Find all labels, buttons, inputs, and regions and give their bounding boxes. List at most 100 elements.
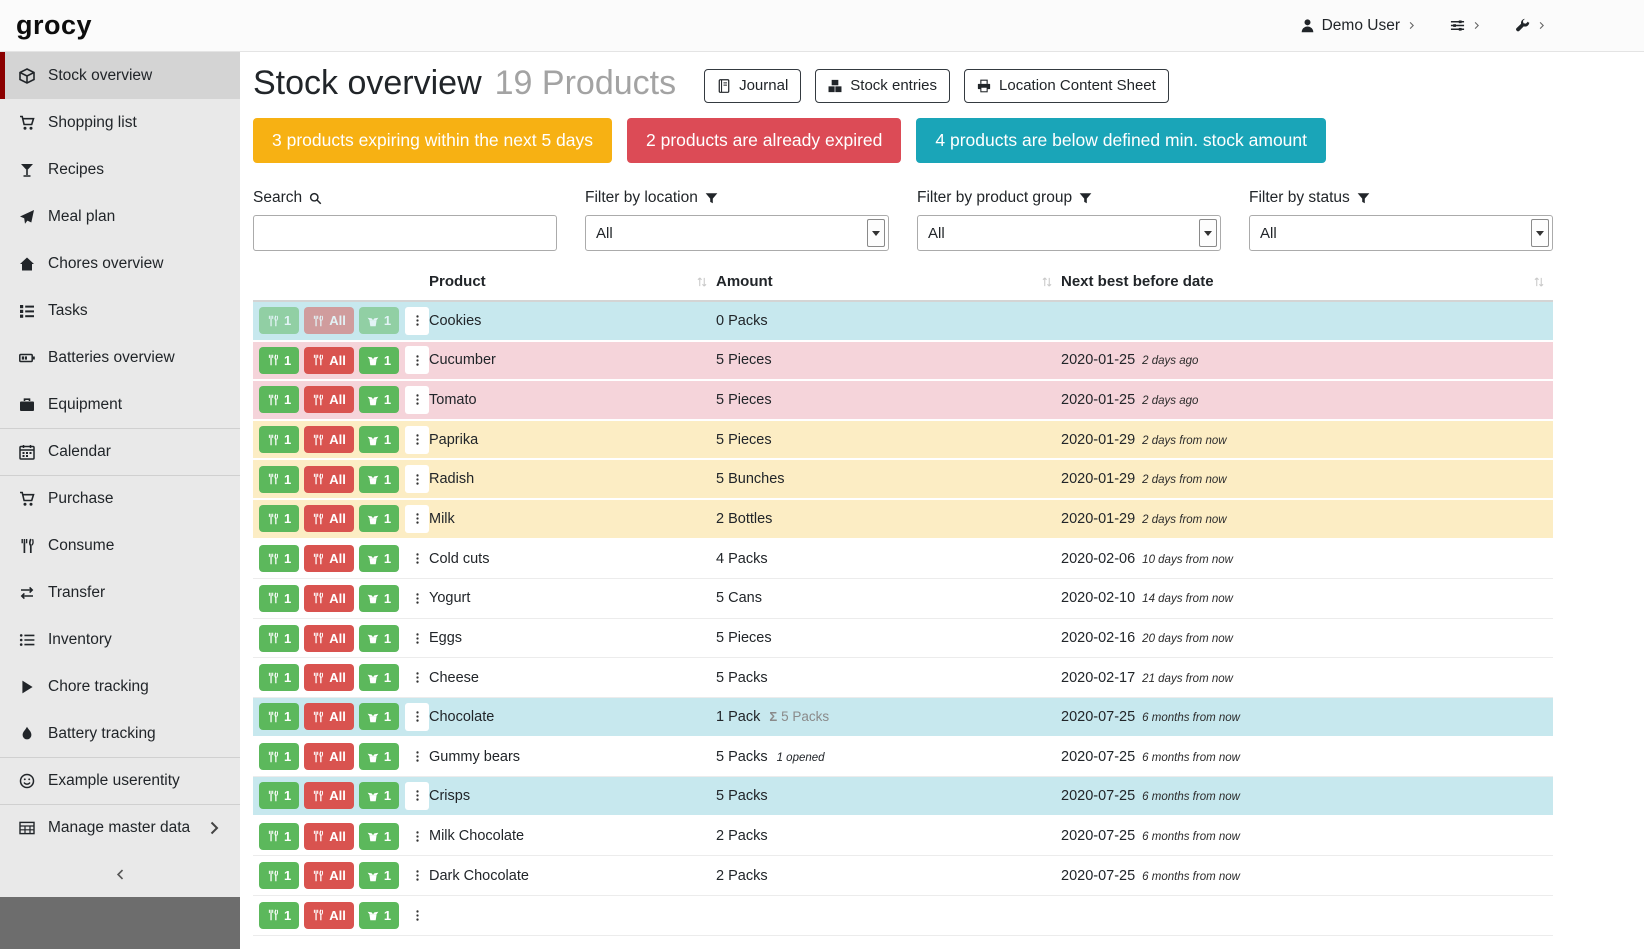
row-menu-button[interactable] (405, 505, 429, 533)
sidebar-item-consume[interactable]: Consume (0, 522, 240, 569)
sidebar-item-tasks[interactable]: Tasks (0, 287, 240, 334)
open-one-button[interactable]: 1 (359, 585, 399, 612)
consume-all-button[interactable]: All (304, 545, 354, 572)
search-input[interactable] (253, 215, 557, 251)
consume-all-button[interactable]: All (304, 862, 354, 889)
row-menu-button[interactable] (405, 624, 429, 652)
status-alert-2[interactable]: 2 products are already expired (627, 118, 901, 163)
open-one-button[interactable]: 1 (359, 862, 399, 889)
consume-one-button[interactable]: 1 (259, 823, 299, 850)
consume-all-button[interactable]: All (304, 703, 354, 730)
consume-all-button[interactable]: All (304, 347, 354, 374)
status-alert-1[interactable]: 3 products expiring within the next 5 da… (253, 118, 612, 163)
sidebar-item-chore-tracking[interactable]: Chore tracking (0, 663, 240, 710)
topbar-menus: Demo User (1300, 17, 1546, 35)
consume-one-button[interactable]: 1 (259, 902, 299, 929)
sidebar-item-purchase[interactable]: Purchase (0, 475, 240, 522)
sidebar-item-stock-overview[interactable]: Stock overview (0, 52, 240, 99)
app-logo[interactable]: grocy (16, 10, 92, 41)
row-menu-button[interactable] (405, 386, 429, 414)
row-menu-button[interactable] (405, 703, 429, 731)
open-one-button[interactable]: 1 (359, 545, 399, 572)
consume-one-button[interactable]: 1 (259, 664, 299, 691)
consume-all-button[interactable]: All (304, 823, 354, 850)
sidebar-item-recipes[interactable]: Recipes (0, 146, 240, 193)
sidebar-item-inventory[interactable]: Inventory (0, 616, 240, 663)
column-header-next-best-before-date[interactable]: Next best before date (1061, 273, 1553, 290)
location-content-sheet-button[interactable]: Location Content Sheet (964, 69, 1169, 103)
sidebar-item-chores-overview[interactable]: Chores overview (0, 240, 240, 287)
open-one-button[interactable]: 1 (359, 505, 399, 532)
consume-all-button[interactable]: All (304, 625, 354, 652)
open-one-button[interactable]: 1 (359, 386, 399, 413)
row-menu-button[interactable] (405, 901, 429, 929)
consume-all-button[interactable]: All (304, 585, 354, 612)
open-one-button[interactable]: 1 (359, 307, 399, 334)
open-one-button[interactable]: 1 (359, 823, 399, 850)
user-menu[interactable]: Demo User (1300, 17, 1416, 35)
consume-one-button[interactable]: 1 (259, 307, 299, 334)
stock-entries-button[interactable]: Stock entries (815, 69, 950, 103)
consume-one-button[interactable]: 1 (259, 466, 299, 493)
sidebar-item-calendar[interactable]: Calendar (0, 428, 240, 475)
consume-one-button[interactable]: 1 (259, 505, 299, 532)
sidebar-item-transfer[interactable]: Transfer (0, 569, 240, 616)
open-one-button[interactable]: 1 (359, 426, 399, 453)
filter-by-location-select[interactable]: All (585, 215, 889, 251)
consume-one-button[interactable]: 1 (259, 743, 299, 770)
consume-one-button[interactable]: 1 (259, 347, 299, 374)
row-menu-button[interactable] (405, 743, 429, 771)
sidebar-item-example-userentity[interactable]: Example userentity (0, 757, 240, 804)
sidebar-item-battery-tracking[interactable]: Battery tracking (0, 710, 240, 757)
consume-one-button[interactable]: 1 (259, 386, 299, 413)
consume-all-button[interactable]: All (304, 505, 354, 532)
sidebar-item-meal-plan[interactable]: Meal plan (0, 193, 240, 240)
consume-one-button[interactable]: 1 (259, 585, 299, 612)
filter-by-status-select[interactable]: All (1249, 215, 1553, 251)
consume-one-button[interactable]: 1 (259, 782, 299, 809)
column-header-amount[interactable]: Amount (716, 273, 1061, 290)
consume-all-button[interactable]: All (304, 466, 354, 493)
open-one-button[interactable]: 1 (359, 347, 399, 374)
sidebar-item-manage-master-data[interactable]: Manage master data (0, 804, 240, 851)
row-menu-button[interactable] (405, 307, 429, 335)
sidebar-item-equipment[interactable]: Equipment (0, 381, 240, 428)
row-menu-button[interactable] (405, 664, 429, 692)
row-menu-button[interactable] (405, 465, 429, 493)
consume-one-button[interactable]: 1 (259, 426, 299, 453)
row-menu-button[interactable] (405, 862, 429, 890)
journal-button[interactable]: Journal (704, 69, 801, 103)
consume-all-button[interactable]: All (304, 386, 354, 413)
row-menu-button[interactable] (405, 426, 429, 454)
open-one-button[interactable]: 1 (359, 664, 399, 691)
consume-all-button[interactable]: All (304, 743, 354, 770)
open-one-button[interactable]: 1 (359, 625, 399, 652)
consume-one-button[interactable]: 1 (259, 862, 299, 889)
open-one-button[interactable]: 1 (359, 703, 399, 730)
sidebar-item-batteries-overview[interactable]: Batteries overview (0, 334, 240, 381)
consume-all-button[interactable]: All (304, 426, 354, 453)
open-one-button[interactable]: 1 (359, 902, 399, 929)
row-menu-button[interactable] (405, 346, 429, 374)
open-one-button[interactable]: 1 (359, 782, 399, 809)
sidebar-item-shopping-list[interactable]: Shopping list (0, 99, 240, 146)
filter-by-product-group-select[interactable]: All (917, 215, 1221, 251)
consume-one-button[interactable]: 1 (259, 703, 299, 730)
admin-menu[interactable] (1515, 18, 1546, 33)
consume-all-button[interactable]: All (304, 902, 354, 929)
consume-all-button[interactable]: All (304, 782, 354, 809)
status-alert-3[interactable]: 4 products are below defined min. stock … (916, 118, 1326, 163)
open-one-button[interactable]: 1 (359, 466, 399, 493)
row-menu-button[interactable] (405, 545, 429, 573)
consume-all-button[interactable]: All (304, 307, 354, 334)
row-menu-button[interactable] (405, 782, 429, 810)
consume-one-button[interactable]: 1 (259, 625, 299, 652)
settings-menu[interactable] (1450, 18, 1481, 33)
sidebar-collapse-button[interactable] (0, 851, 240, 897)
consume-one-button[interactable]: 1 (259, 545, 299, 572)
row-menu-button[interactable] (405, 584, 429, 612)
column-header-product[interactable]: Product (429, 273, 716, 290)
open-one-button[interactable]: 1 (359, 743, 399, 770)
consume-all-button[interactable]: All (304, 664, 354, 691)
row-menu-button[interactable] (405, 822, 429, 850)
